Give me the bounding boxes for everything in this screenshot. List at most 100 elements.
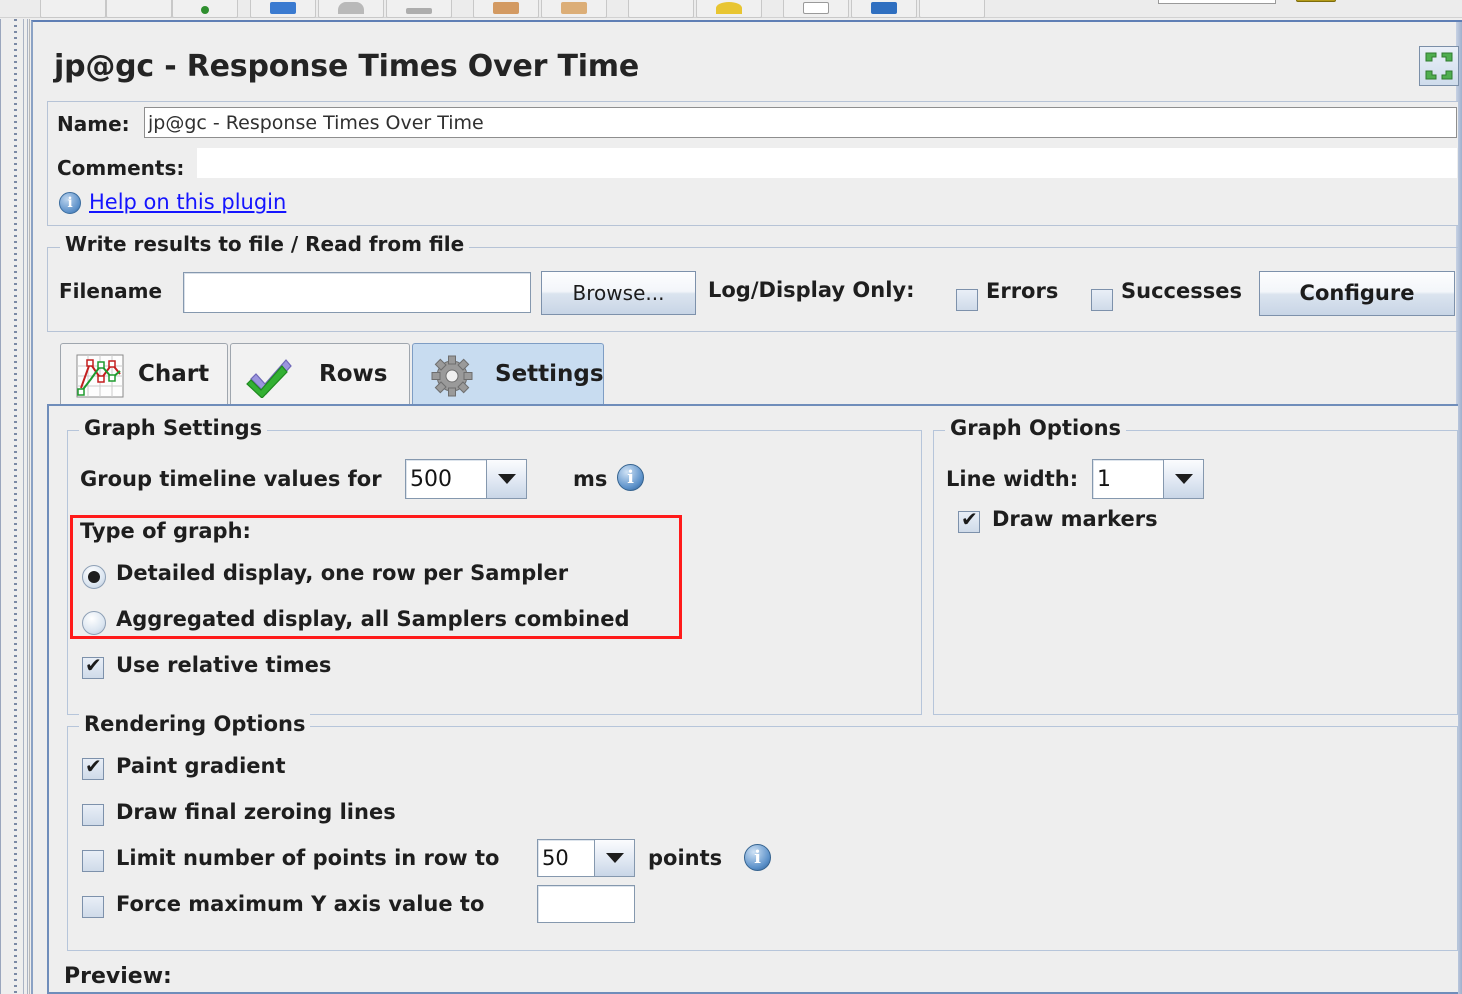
toolbar-button[interactable]: [318, 0, 384, 18]
page-title: jp@gc - Response Times Over Time: [54, 49, 640, 84]
line-width-label: Line width:: [946, 467, 1079, 491]
toolbar-icon: [201, 6, 209, 14]
paint-gradient-checkbox[interactable]: [82, 754, 104, 780]
preview-label: Preview:: [64, 964, 172, 989]
limit-points-combo[interactable]: [537, 839, 635, 877]
radio-aggregated-display-label: Aggregated display, all Samplers combine…: [116, 607, 630, 631]
toolbar-button[interactable]: [696, 0, 762, 18]
toolbar-icon: [871, 2, 897, 14]
errors-checkbox[interactable]: [956, 289, 978, 311]
graph-settings-group: Graph Settings Group timeline values for…: [67, 416, 922, 715]
limit-points-checkbox[interactable]: [82, 850, 104, 872]
browse-button-label: Browse...: [572, 281, 665, 305]
double-checkmark-icon: [246, 359, 292, 398]
successes-checkbox[interactable]: [1091, 289, 1113, 311]
divider-grip[interactable]: [14, 19, 20, 994]
tab-rows[interactable]: Rows: [230, 343, 410, 405]
filename-input[interactable]: [183, 272, 531, 313]
comments-input[interactable]: [197, 148, 1457, 178]
toolbar-button[interactable]: [473, 0, 539, 18]
gear-icon: [431, 355, 473, 397]
group-timeline-input[interactable]: [405, 459, 487, 499]
toolbar-icon: [493, 2, 519, 14]
limit-points-input[interactable]: [537, 839, 595, 877]
settings-tab-content: Graph Settings Group timeline values for…: [47, 404, 1458, 994]
limit-points-suffix: points: [648, 846, 723, 870]
toolbar-highlight-button[interactable]: [1296, 0, 1336, 2]
chevron-down-icon[interactable]: [1164, 459, 1204, 499]
chevron-down-icon[interactable]: [487, 459, 527, 499]
toolbar-icon: [803, 2, 829, 14]
browse-button[interactable]: Browse...: [541, 271, 696, 315]
radio-aggregated-display[interactable]: [82, 611, 106, 635]
draw-markers-checkbox[interactable]: [958, 507, 980, 533]
line-width-combo[interactable]: [1092, 459, 1204, 499]
line-width-input[interactable]: [1092, 459, 1164, 499]
group-timeline-combo[interactable]: [405, 459, 527, 499]
toolbar-icon: [561, 2, 587, 14]
toolbar-button[interactable]: [40, 0, 106, 18]
toolbar-button[interactable]: [250, 0, 316, 18]
info-icon[interactable]: i: [744, 844, 771, 871]
name-comments-block: Name: Comments: i Help on this plugin: [47, 101, 1458, 226]
graph-settings-legend: Graph Settings: [79, 416, 268, 440]
help-on-this-plugin-link[interactable]: Help on this plugin: [89, 190, 286, 214]
toolbar-button[interactable]: [851, 0, 917, 18]
errors-label: Errors: [986, 279, 1059, 303]
name-input[interactable]: [144, 107, 1457, 138]
draw-final-zeroing-lines-checkbox[interactable]: [82, 804, 104, 826]
info-icon: i: [59, 192, 81, 214]
toolbar-button[interactable]: [628, 0, 694, 18]
filename-label: Filename: [59, 279, 163, 303]
line-chart-icon: [76, 354, 124, 398]
rendering-options-legend: Rendering Options: [79, 712, 311, 736]
paint-gradient-label: Paint gradient: [116, 754, 286, 778]
tab-rows-label: Rows: [319, 361, 388, 387]
chevron-down-icon[interactable]: [595, 839, 635, 877]
successes-label: Successes: [1121, 279, 1242, 303]
configure-button[interactable]: Configure: [1259, 271, 1455, 316]
toolbar-button[interactable]: [386, 0, 452, 18]
toolbar-text-field[interactable]: [1158, 0, 1276, 4]
toolbar-button[interactable]: [919, 0, 985, 18]
toolbar-icon: [270, 2, 296, 14]
tab-chart[interactable]: Chart: [60, 343, 228, 405]
tab-settings[interactable]: Settings: [412, 343, 604, 405]
type-of-graph-label: Type of graph:: [80, 519, 251, 543]
tab-chart-label: Chart: [138, 361, 210, 387]
write-results-group: Write results to file / Read from file F…: [47, 232, 1458, 332]
comments-label: Comments:: [57, 156, 185, 180]
toolbar-strip: [0, 0, 1462, 18]
tab-settings-label: Settings: [495, 361, 604, 387]
force-max-y-label: Force maximum Y axis value to: [116, 892, 485, 916]
split-pane-divider[interactable]: [0, 19, 30, 994]
write-results-legend: Write results to file / Read from file: [60, 232, 470, 256]
use-relative-times-label: Use relative times: [116, 653, 332, 677]
name-label: Name:: [57, 112, 130, 136]
toolbar-button[interactable]: [783, 0, 849, 18]
tab-strip: Chart Rows Settings: [60, 343, 1458, 405]
graph-options-group: Graph Options Line width: Draw markers: [933, 416, 1458, 715]
force-max-y-input[interactable]: [537, 885, 635, 923]
limit-points-label: Limit number of points in row to: [116, 846, 500, 870]
draw-markers-label: Draw markers: [992, 507, 1158, 531]
draw-final-zeroing-lines-label: Draw final zeroing lines: [116, 800, 396, 824]
toolbar-icon: [338, 2, 364, 14]
radio-detailed-display-label: Detailed display, one row per Sampler: [116, 561, 569, 585]
group-timeline-unit: ms: [573, 467, 608, 491]
force-max-y-checkbox[interactable]: [82, 896, 104, 918]
divider-edge: [23, 19, 24, 994]
graph-options-legend: Graph Options: [945, 416, 1127, 440]
expand-arrows-icon[interactable]: [1419, 46, 1459, 86]
radio-detailed-display[interactable]: [82, 565, 106, 589]
toolbar-button[interactable]: [106, 0, 172, 18]
log-display-only-label: Log/Display Only:: [708, 278, 915, 302]
toolbar-icon: [716, 2, 742, 14]
configure-button-label: Configure: [1299, 281, 1415, 305]
use-relative-times-checkbox[interactable]: [82, 653, 104, 679]
info-icon[interactable]: i: [617, 464, 644, 491]
toolbar-button[interactable]: [172, 0, 238, 18]
toolbar-icon: [406, 8, 432, 14]
rendering-options-group: Rendering Options Paint gradient Draw fi…: [67, 712, 1458, 951]
toolbar-button[interactable]: [541, 0, 607, 18]
